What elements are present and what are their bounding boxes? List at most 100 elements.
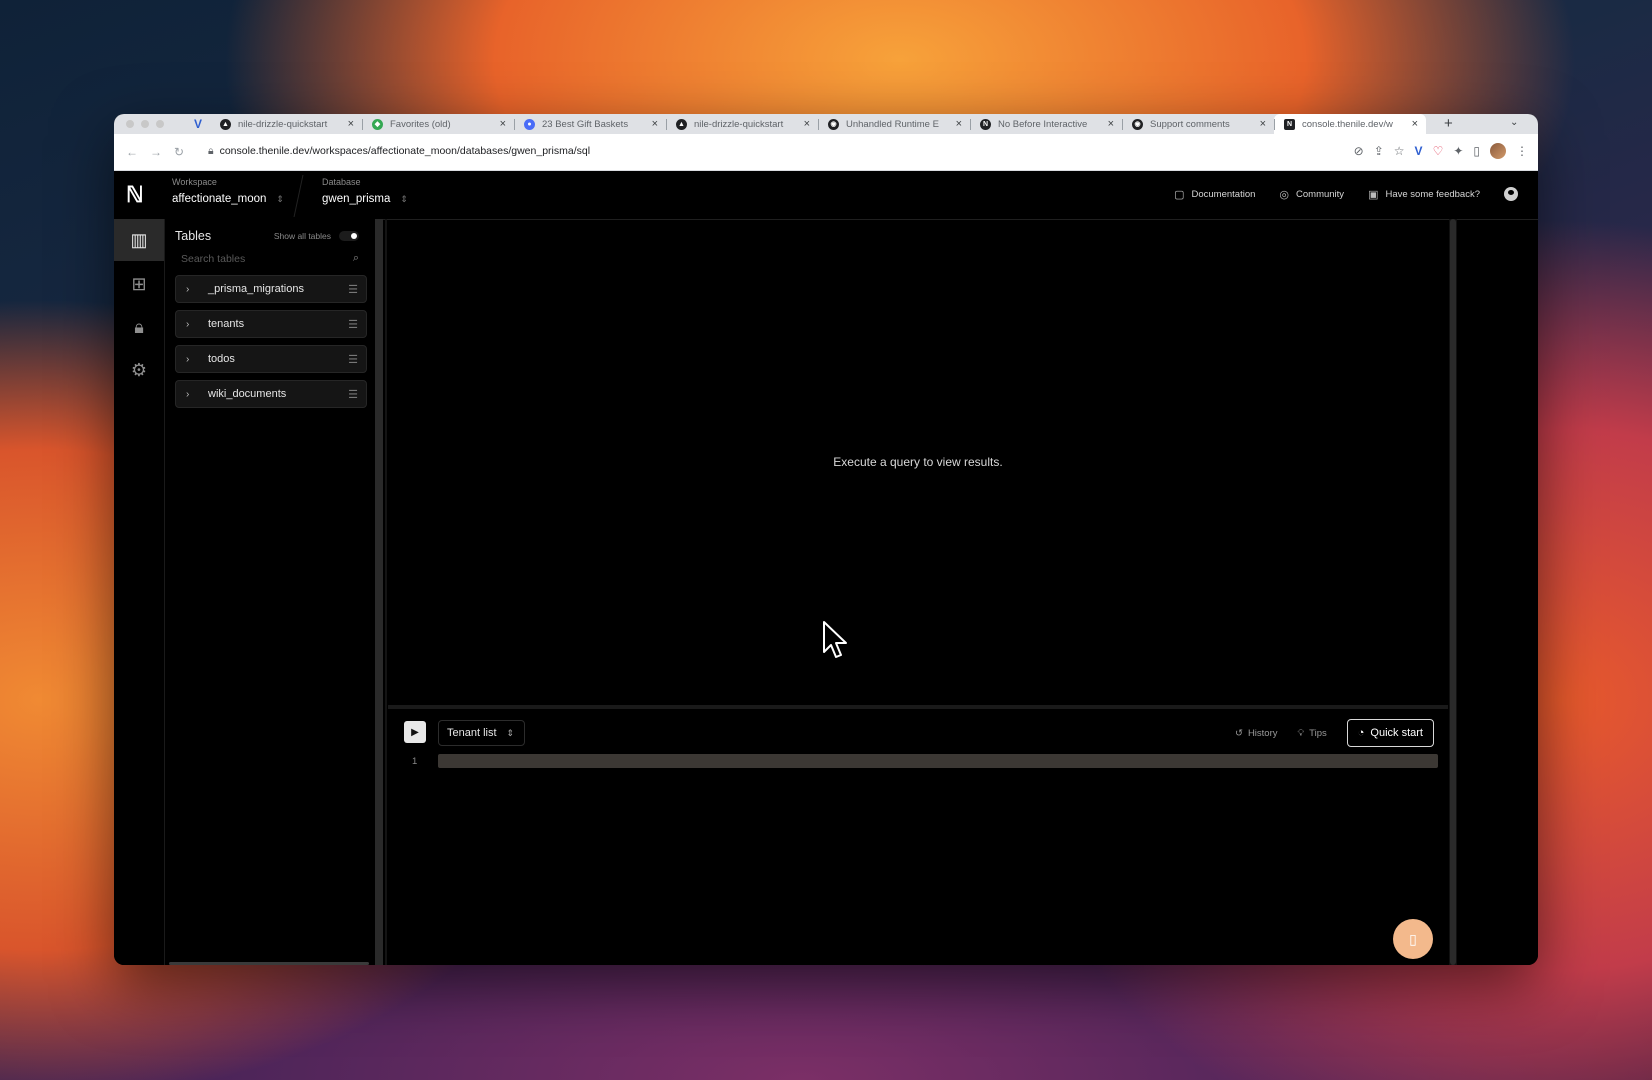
close-tab-icon[interactable]: × [956, 118, 962, 130]
search-tables-input[interactable] [175, 249, 365, 269]
browser-window: V ▲ nile-drizzle-quickstart × ◆ Favorites (… [114, 114, 1538, 965]
history-button[interactable]: ↺ History [1235, 728, 1278, 739]
close-tab-icon[interactable]: × [348, 118, 354, 130]
app-header: ℕ Workspace affectionate_moon ⇕ Database … [114, 171, 1538, 220]
chevron-right-icon[interactable]: › [186, 389, 208, 400]
close-window-button[interactable] [126, 120, 134, 128]
show-all-tables-toggle[interactable] [339, 231, 359, 241]
circle-icon: ● [524, 118, 535, 130]
tables-nav-icon[interactable]: ▥ [114, 219, 164, 261]
play-icon: ▶ [411, 726, 419, 738]
close-tab-icon[interactable]: × [804, 118, 810, 130]
reload-icon[interactable]: ↻ [174, 145, 184, 159]
pinned-extension-icon[interactable]: V [194, 117, 202, 131]
lightbulb-icon: 💡︎ [1297, 727, 1305, 739]
table-icon[interactable]: ☰ [348, 388, 358, 401]
new-tab-button[interactable]: + [1444, 115, 1453, 132]
diamond-icon: ◆ [372, 118, 383, 130]
browser-tab[interactable]: ◉ Unhandled Runtime E × [818, 114, 970, 134]
table-icon[interactable]: ☰ [348, 353, 358, 366]
close-tab-icon[interactable]: × [1108, 118, 1114, 130]
chevron-right-icon[interactable]: › [186, 354, 208, 365]
profile-avatar[interactable] [1490, 143, 1506, 159]
browser-tab[interactable]: N No Before Interactive × [970, 114, 1122, 134]
close-tab-icon[interactable]: × [1412, 118, 1418, 130]
updown-chevron-icon: ⇕ [276, 194, 284, 204]
browser-tab[interactable]: ◉ Support comments × [1122, 114, 1274, 134]
scrollbar-thumb[interactable] [1450, 219, 1456, 965]
updown-chevron-icon: ⇕ [400, 194, 408, 204]
chevron-right-icon[interactable]: › [186, 319, 208, 330]
add-widgets-icon[interactable]: ⊞ [114, 263, 164, 305]
back-icon[interactable]: ← [126, 145, 138, 159]
documentation-link[interactable]: ▢ Documentation [1174, 188, 1255, 201]
table-row[interactable]: › tenants ☰ [175, 310, 367, 338]
quick-start-button[interactable]: ◔ Quick start [1346, 719, 1434, 747]
bookmark-star-icon[interactable]: ☆ [1394, 144, 1405, 158]
close-tab-icon[interactable]: × [500, 118, 506, 130]
browser-tab-active[interactable]: Nconsole.thenile.dev/w × [1274, 114, 1426, 134]
table-icon[interactable]: ☰ [348, 283, 358, 296]
sidepanel-icon[interactable]: ▯ [1473, 144, 1480, 158]
browser-tab[interactable]: ◆ Favorites (old) × [362, 114, 514, 134]
show-all-tables-control: Show all tables [274, 231, 359, 241]
header-links: ▢ Documentation ◎ Community ▣ Have some fee… [1174, 187, 1518, 201]
help-chat-button[interactable]: ▯ [1393, 919, 1433, 959]
menu-dots-icon[interactable]: ⋮ [1516, 144, 1528, 158]
table-row[interactable]: › _prisma_migrations ☰ [175, 275, 367, 303]
table-row[interactable]: › todos ☰ [175, 345, 367, 373]
close-tab-icon[interactable]: × [1260, 118, 1266, 130]
mouse-pointer-icon [823, 621, 847, 658]
code-area[interactable]: 1 [404, 754, 1438, 770]
query-select[interactable]: Tenant list ⇕ [438, 720, 526, 746]
nile-logo-icon[interactable]: ℕ [126, 183, 150, 207]
nile-logo-icon: N [1284, 118, 1295, 130]
database-selector[interactable]: Database gwen_prisma ⇕ [322, 177, 408, 207]
minimize-window-button[interactable] [141, 120, 149, 128]
empty-results-message: Execute a query to view results. [833, 455, 1003, 469]
extensions-bar: ⊘ ⇪ ☆ V ♡ ✦ ▯ ⋮ [1354, 143, 1528, 159]
history-icon: ↺ [1234, 727, 1243, 739]
line-number: 1 [412, 756, 418, 767]
maximize-window-button[interactable] [156, 120, 164, 128]
workspace-selector[interactable]: Workspace affectionate_moon ⇕ [172, 177, 284, 207]
community-link[interactable]: ◎ Community [1279, 188, 1344, 201]
lock-nav-icon[interactable]: 🔒︎ [114, 306, 164, 348]
code-line[interactable] [438, 754, 1438, 768]
feedback-icon: ▣ [1368, 188, 1379, 201]
panel-scrollbar[interactable] [169, 962, 369, 965]
share-icon[interactable]: ⇪ [1374, 144, 1384, 158]
nile-console-app: ℕ Workspace affectionate_moon ⇕ Database … [114, 171, 1538, 965]
results-pane: Execute a query to view results. [388, 219, 1448, 705]
extension-v-icon[interactable]: V [1415, 144, 1423, 158]
editor-actions: ↺ History 💡︎ Tips ◔ Quick start [1235, 719, 1434, 747]
table-row[interactable]: › wiki_documents ☰ [175, 380, 367, 408]
close-tab-icon[interactable]: × [652, 118, 658, 130]
run-query-button[interactable]: ▶ [404, 721, 426, 743]
sidebar-rail: ▥ ⊞ 🔒︎ ⚙ [114, 219, 165, 965]
search-icon: ⌕ [352, 252, 359, 264]
browser-tab[interactable]: ▲ nile-drizzle-quickstart × [666, 114, 818, 134]
tables-title: Tables [175, 229, 212, 243]
tab-search-chevron-icon[interactable]: ⌄ [1510, 117, 1518, 128]
tips-button[interactable]: 💡︎ Tips [1298, 728, 1327, 739]
vertical-scrollbar[interactable] [1449, 219, 1457, 965]
panel-resize-handle[interactable] [375, 219, 383, 965]
table-icon[interactable]: ☰ [348, 318, 358, 331]
browser-tab[interactable]: ▲ nile-drizzle-quickstart × [210, 114, 362, 134]
feedback-link[interactable]: ▣ Have some feedback? [1368, 188, 1480, 201]
user-account-icon[interactable] [1504, 187, 1518, 201]
puzzle-icon[interactable]: ✦ [1453, 144, 1463, 158]
settings-sliders-icon[interactable]: ⚙ [114, 349, 164, 391]
community-icon: ◎ [1279, 188, 1290, 201]
forward-icon[interactable]: → [150, 145, 162, 159]
chevron-right-icon[interactable]: › [186, 284, 208, 295]
github-icon: ◉ [1132, 118, 1143, 130]
address-bar[interactable]: 🔒︎ console.thenile.dev/workspaces/affecti… [208, 145, 590, 158]
browser-tab[interactable]: ● 23 Best Gift Baskets × [514, 114, 666, 134]
lock-icon: 🔒︎ [208, 145, 214, 157]
pocket-icon[interactable]: ♡ [1433, 144, 1444, 158]
browser-tabs: ▲ nile-drizzle-quickstart × ◆ Favorites (ol… [210, 114, 1426, 134]
eye-off-icon[interactable]: ⊘ [1354, 144, 1364, 158]
panel-divider [385, 219, 387, 965]
